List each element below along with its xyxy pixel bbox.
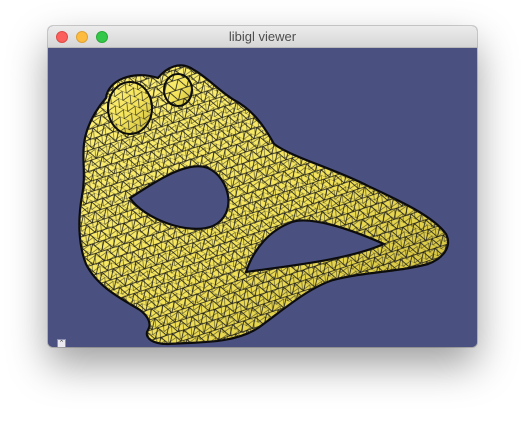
chevron-up-icon[interactable]: ⌃ [57, 339, 66, 347]
window-title: libigl viewer [228, 29, 297, 44]
3d-viewport[interactable]: ⌃ ? [48, 48, 477, 347]
viewer-window: libigl viewer ⌃ [48, 26, 477, 347]
title-bar[interactable]: libigl viewer [48, 26, 477, 48]
mesh-render [48, 48, 477, 347]
screen: libigl viewer ⌃ [0, 0, 525, 421]
